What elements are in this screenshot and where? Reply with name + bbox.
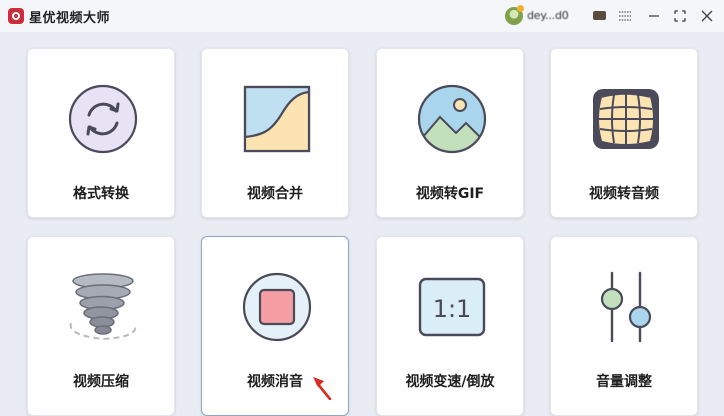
close-icon[interactable] bbox=[697, 6, 717, 26]
tool-card-format-convert[interactable]: 格式转换 bbox=[27, 48, 175, 218]
app-logo-icon bbox=[8, 8, 24, 24]
tool-label: 视频转音频 bbox=[589, 186, 659, 202]
tool-card-video-to-gif[interactable]: 视频转GIF bbox=[376, 48, 524, 218]
refresh-circle-icon bbox=[68, 84, 138, 154]
tornado-compress-icon bbox=[69, 273, 137, 341]
minimize-icon[interactable] bbox=[644, 6, 664, 26]
tool-label: 视频变速/倒放 bbox=[405, 374, 495, 390]
tool-card-video-to-audio[interactable]: 视频转音频 bbox=[550, 48, 698, 218]
app-title: 星优视频大师 bbox=[29, 11, 111, 26]
image-landscape-icon bbox=[417, 84, 487, 154]
tool-label: 格式转换 bbox=[73, 186, 129, 202]
merge-curve-icon bbox=[243, 85, 311, 153]
member-tag-icon bbox=[593, 11, 606, 20]
red-arrow-cursor-icon bbox=[313, 377, 332, 400]
tool-label: 视频转GIF bbox=[415, 186, 485, 202]
tool-label: 音量调整 bbox=[596, 374, 652, 390]
vip-badge-icon bbox=[517, 5, 524, 12]
tool-label: 视频压缩 bbox=[73, 374, 129, 390]
tool-card-video-compress[interactable]: 视频压缩 bbox=[27, 236, 175, 416]
username-label: dey...d0 bbox=[527, 9, 569, 22]
tool-label: 视频合并 bbox=[247, 186, 303, 202]
tool-card-volume-adjust[interactable]: 音量调整 bbox=[550, 236, 698, 416]
ratio-speed-icon: 1:1 bbox=[418, 277, 486, 337]
maximize-icon[interactable] bbox=[670, 6, 690, 26]
audio-globe-icon bbox=[593, 89, 659, 149]
sliders-volume-icon bbox=[600, 271, 652, 343]
tool-card-speed-reverse[interactable]: 1:1 视频变速/倒放 bbox=[376, 236, 524, 416]
tool-card-video-merge[interactable]: 视频合并 bbox=[201, 48, 349, 218]
title-bar: 星优视频大师 dey...d0 bbox=[0, 0, 724, 32]
svg-text:1:1: 1:1 bbox=[433, 295, 472, 323]
stop-mute-icon bbox=[242, 272, 312, 342]
menu-icon[interactable] bbox=[615, 6, 635, 26]
